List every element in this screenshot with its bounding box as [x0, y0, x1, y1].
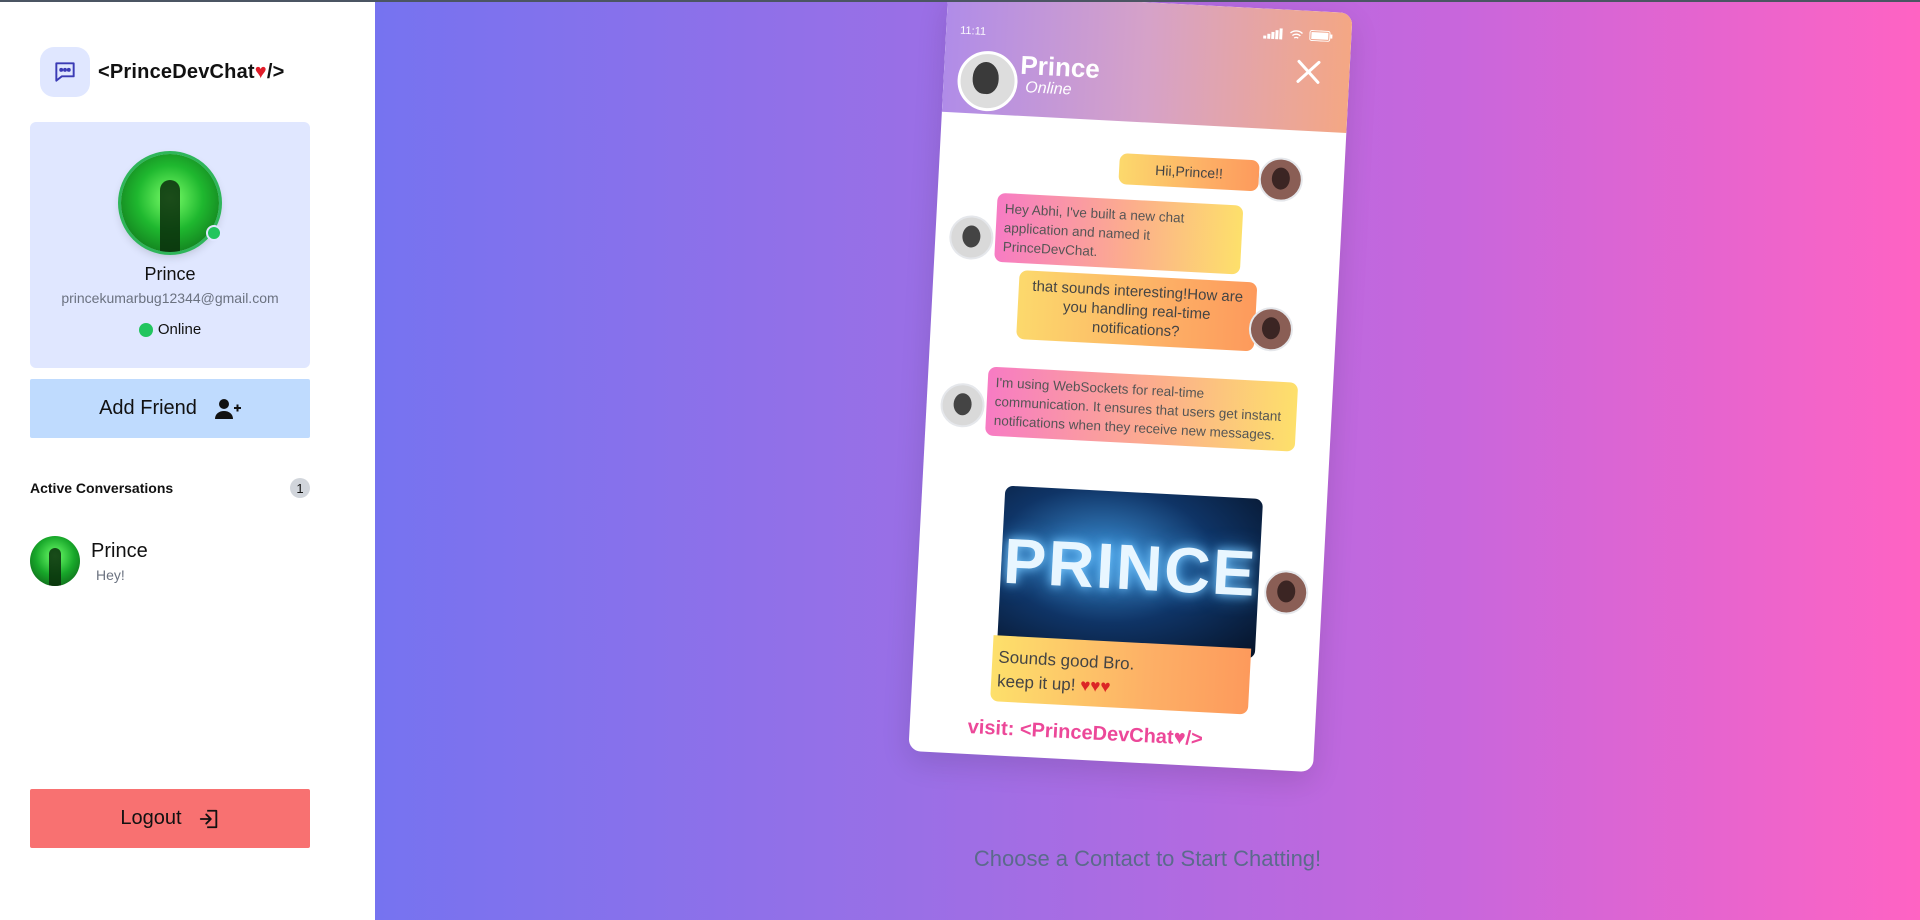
online-indicator [206, 225, 222, 241]
active-conversations-title: Active Conversations [30, 480, 174, 496]
add-friend-button[interactable]: Add Friend [30, 379, 310, 438]
profile-name: Prince [144, 264, 196, 284]
profile-avatar[interactable] [121, 154, 219, 252]
avatar [1247, 306, 1295, 353]
brand-title-text: <PrinceDevChat [98, 60, 255, 83]
avatar [939, 382, 986, 429]
message-image: PRINCE [997, 485, 1264, 659]
conversation-name: Prince [91, 539, 148, 562]
main-panel: 11:11 Prince Online Hii,Prince!! Hey Abh… [375, 0, 1920, 920]
wifi-icon [1290, 30, 1303, 39]
close-icon [1296, 59, 1321, 84]
caption-text: keep it up! [996, 671, 1077, 695]
conversations-count-badge: 1 [290, 478, 310, 498]
preview-header: 11:11 Prince Online [941, 0, 1353, 133]
signal-icon [1263, 20, 1284, 40]
choose-contact-prompt: Choose a Contact to Start Chatting! [973, 846, 1322, 871]
profile-status: Online [30, 321, 310, 338]
brand-title: <PrinceDevChat♥/> [98, 61, 284, 84]
message-bubble: Hii,Prince!! [1118, 153, 1260, 192]
logout-label: Logout [120, 807, 182, 829]
message-bubble: Hey Abhi, I've built a new chat applicat… [994, 192, 1244, 275]
image-caption-bubble: Sounds good Bro. keep it up! ♥♥♥ [990, 635, 1252, 715]
conversation-item[interactable]: Prince Hey! [30, 534, 310, 588]
conversation-last-message: Hey! [96, 566, 125, 583]
logout-button[interactable]: Logout [30, 789, 310, 848]
profile-email: princekumarbug12344@gmail.com [61, 290, 279, 306]
top-border [0, 0, 1920, 2]
chat-preview-mockup: 11:11 Prince Online Hii,Prince!! Hey Abh… [908, 0, 1353, 773]
heart-icon: ♥ [254, 60, 267, 83]
message-bubble: I'm using WebSockets for real-time commu… [985, 366, 1299, 452]
logout-icon [199, 809, 217, 828]
profile-card: Prince princekumarbug12344@gmail.com Onl… [30, 122, 310, 368]
add-friend-label: Add Friend [99, 397, 197, 419]
brand[interactable]: <PrinceDevChat♥/> [40, 47, 284, 97]
battery-icon [1309, 30, 1333, 42]
user-plus-icon [214, 398, 241, 419]
profile-status-label: Online [157, 321, 202, 338]
avatar [1263, 569, 1310, 616]
sidebar: <PrinceDevChat♥/> Prince princekumarbug1… [0, 0, 375, 920]
avatar [948, 214, 995, 261]
hearts-icon: ♥♥♥ [1079, 675, 1111, 697]
message-bubble: that sounds interesting!How are you hand… [1016, 270, 1258, 352]
preview-time: 11:11 [959, 24, 987, 38]
chat-bubble-icon [40, 47, 90, 97]
contact-status: Online [1024, 79, 1072, 99]
active-conversations-header: Active Conversations 1 [30, 478, 310, 498]
avatar [1257, 156, 1304, 203]
visit-label: visit: <PrinceDevChat♥/> [967, 715, 1204, 751]
contact-avatar [956, 49, 1020, 113]
brand-title-close: /> [266, 60, 285, 83]
avatar [30, 536, 80, 586]
image-text: PRINCE [1001, 524, 1259, 610]
status-dot-icon [138, 322, 153, 337]
status-bar-icons [1263, 20, 1334, 42]
